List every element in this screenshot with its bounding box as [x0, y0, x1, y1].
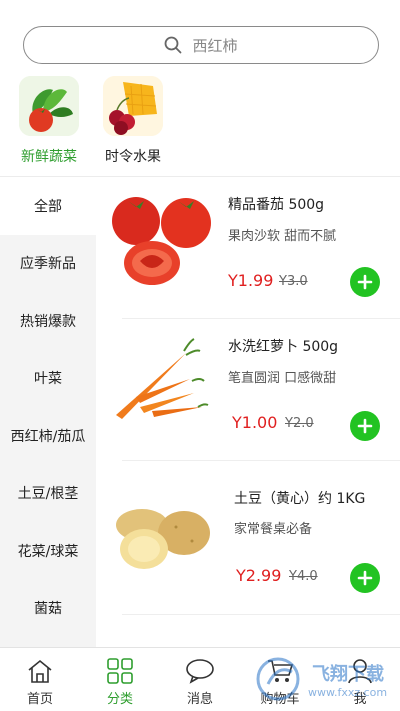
sidebar-item-tomato-eggplant[interactable]: 西红柿/茄瓜 — [0, 407, 96, 465]
tab-label: 分类 — [106, 692, 133, 707]
search-input[interactable]: 西红柿 — [192, 35, 237, 56]
product-old-price: Y2.0 — [285, 416, 314, 431]
top-category-label: 新鲜蔬菜 — [21, 149, 77, 165]
sidebar-item-hot[interactable]: 热销爆款 — [0, 292, 96, 350]
add-to-cart-button[interactable] — [350, 267, 380, 297]
watermark-title: 飞翔下载 — [312, 664, 384, 685]
add-to-cart-button[interactable] — [350, 563, 380, 593]
watermark: 飞翔下载 www.fxxz.com — [252, 654, 392, 706]
search-icon — [164, 36, 182, 54]
plus-icon — [357, 274, 373, 290]
tab-label: 首页 — [26, 692, 53, 707]
product-name: 土豆（黄心）约 1KG — [234, 491, 366, 507]
product-price: Y1.00 — [232, 413, 278, 432]
product-description: 家常餐桌必备 — [234, 522, 313, 537]
sidebar-item-leafy[interactable]: 叶菜 — [0, 350, 96, 408]
add-to-cart-button[interactable] — [350, 411, 380, 441]
sidebar-item-cauliflower-cabbage[interactable]: 花菜/球菜 — [0, 522, 96, 580]
tab-category[interactable]: 分类 — [80, 648, 160, 711]
product-list: 精品番茄 500g 果肉沙软 甜而不腻 Y1.99 Y3.0 水洗红萝卜 500… — [96, 177, 400, 647]
sidebar-item-all[interactable]: 全部 — [0, 177, 96, 235]
sidebar-item-mushroom[interactable]: 菌菇 — [0, 580, 96, 638]
product-name: 水洗红萝卜 500g — [228, 339, 339, 355]
home-icon — [28, 659, 52, 683]
sidebar-item-seasonal[interactable]: 应季新品 — [0, 235, 96, 293]
watermark-url: www.fxxz.com — [308, 686, 388, 699]
top-category-fruits[interactable]: 时令水果 — [100, 76, 166, 166]
product-price: Y1.99 — [228, 271, 274, 290]
tab-label: 消息 — [186, 692, 213, 707]
tomato-image — [106, 191, 216, 291]
watermark-logo-icon — [256, 657, 300, 701]
vegetables-icon — [19, 76, 79, 136]
category-grid-icon — [107, 658, 133, 684]
product-old-price: Y4.0 — [289, 569, 318, 584]
product-description: 笔直圆润 口感微甜 — [228, 371, 337, 386]
product-card-tomato[interactable]: 精品番茄 500g 果肉沙软 甜而不腻 Y1.99 Y3.0 — [96, 177, 400, 319]
tab-messages[interactable]: 消息 — [160, 648, 240, 711]
plus-icon — [357, 418, 373, 434]
fruits-icon — [103, 76, 163, 136]
product-card-potato[interactable]: 土豆（黄心）约 1KG 家常餐桌必备 Y2.99 Y4.0 — [96, 461, 400, 615]
tab-home[interactable]: 首页 — [0, 648, 80, 711]
potato-image — [106, 491, 216, 591]
top-category-vegetables[interactable]: 新鲜蔬菜 — [16, 76, 82, 166]
message-icon — [186, 659, 214, 684]
sidebar-item-potato-root[interactable]: 土豆/根茎 — [0, 465, 96, 523]
product-price: Y2.99 — [236, 566, 282, 585]
category-sidebar: 全部 应季新品 热销爆款 叶菜 西红柿/茄瓜 土豆/根茎 花菜/球菜 菌菇 — [0, 177, 96, 647]
product-name: 精品番茄 500g — [228, 197, 325, 213]
product-card-carrot[interactable]: 水洗红萝卜 500g 笔直圆润 口感微甜 Y1.00 Y2.0 — [96, 319, 400, 461]
carrot-image — [106, 333, 216, 433]
search-bar[interactable]: 西红柿 — [23, 26, 379, 64]
product-old-price: Y3.0 — [279, 274, 308, 289]
divider — [122, 614, 400, 615]
plus-icon — [357, 570, 373, 586]
top-category-label: 时令水果 — [105, 149, 161, 165]
product-description: 果肉沙软 甜而不腻 — [228, 229, 337, 244]
